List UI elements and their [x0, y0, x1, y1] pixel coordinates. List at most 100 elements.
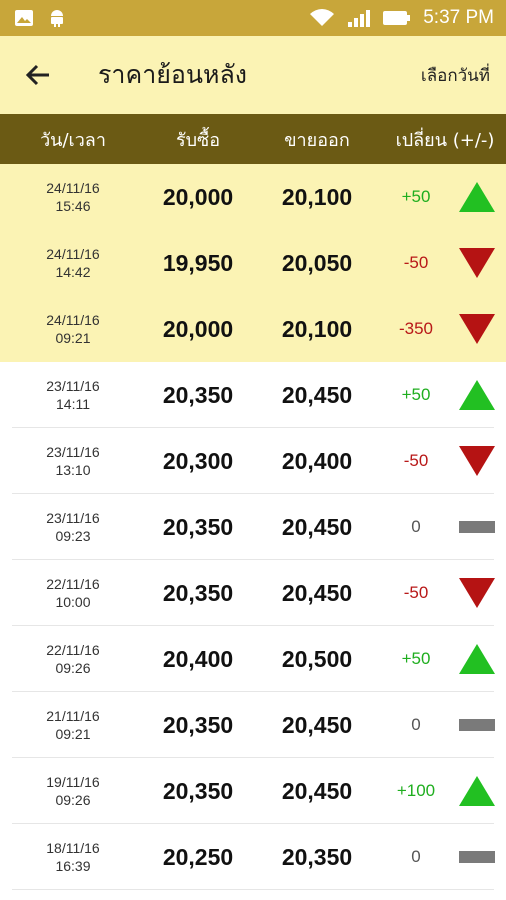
trend-down-icon: [459, 314, 495, 344]
change-value: 0: [411, 517, 421, 536]
trend-up-icon: [459, 380, 495, 410]
list-item[interactable]: 19/11/16 09:26 20,350 20,450 +100: [0, 758, 506, 824]
change-value: +50: [401, 187, 431, 206]
list-item[interactable]: 23/11/16 13:10 20,300 20,400 -50: [0, 428, 506, 494]
change-value: 0: [411, 847, 421, 866]
buy-price: 20,350: [162, 381, 234, 408]
buy-price: 20,350: [162, 513, 234, 540]
column-change: เปลี่ยน (+/-): [395, 129, 495, 151]
column-datetime: วัน/เวลา: [40, 129, 106, 151]
date-text: 18/11/16: [46, 840, 100, 856]
date-text: 24/11/16: [46, 246, 100, 262]
price-history-list: 24/11/16 15:46 20,000 20,100 +50 24/11/16…: [0, 164, 506, 890]
date-text: 19/11/16: [46, 774, 100, 790]
datetime-cell: 22/11/16 10:00: [0, 575, 146, 611]
change-value: +50: [401, 649, 431, 668]
sell-price: 20,400: [281, 447, 353, 474]
status-bar: 5:37 PM: [0, 0, 506, 36]
buy-price: 20,400: [162, 645, 234, 672]
list-item[interactable]: 24/11/16 09:21 20,000 20,100 -350: [0, 296, 506, 362]
buy-price: 20,350: [162, 579, 234, 606]
list-item[interactable]: 21/11/16 09:21 20,350 20,450 0: [0, 692, 506, 758]
sell-price: 20,450: [281, 579, 353, 606]
trend-flat-icon: [459, 851, 495, 863]
time-text: 09:21: [55, 726, 91, 742]
change-value: -50: [403, 583, 429, 602]
trend-up-icon: [459, 776, 495, 806]
buy-price: 20,350: [162, 711, 234, 738]
buy-price: 20,000: [162, 183, 234, 210]
change-value: -50: [403, 253, 429, 272]
datetime-cell: 23/11/16 13:10: [0, 443, 146, 479]
back-button[interactable]: [10, 36, 66, 114]
date-text: 21/11/16: [46, 708, 100, 724]
time-text: 09:26: [55, 660, 91, 676]
change-value: -350: [398, 319, 434, 338]
sell-price: 20,450: [281, 711, 353, 738]
time-text: 14:11: [56, 396, 90, 412]
time-text: 15:46: [55, 198, 91, 214]
change-value: -50: [403, 451, 429, 470]
buy-price: 20,000: [162, 315, 234, 342]
trend-up-icon: [459, 182, 495, 212]
change-value: +50: [401, 385, 431, 404]
datetime-cell: 24/11/16 14:42: [0, 245, 146, 281]
date-text: 23/11/16: [46, 510, 100, 526]
time-text: 10:00: [55, 594, 91, 610]
date-text: 22/11/16: [46, 642, 100, 658]
trend-up-icon: [459, 644, 495, 674]
date-text: 24/11/16: [46, 180, 100, 196]
datetime-cell: 18/11/16 16:39: [0, 839, 146, 875]
time-text: 13:10: [55, 462, 91, 478]
datetime-cell: 23/11/16 14:11: [0, 377, 146, 413]
signal-icon: [348, 10, 371, 27]
date-text: 22/11/16: [46, 576, 100, 592]
arrow-back-icon: [25, 64, 49, 86]
change-value: +100: [396, 781, 436, 800]
list-item[interactable]: 22/11/16 09:26 20,400 20,500 +50: [0, 626, 506, 692]
date-text: 23/11/16: [46, 378, 100, 394]
buy-price: 20,250: [162, 843, 234, 870]
wifi-icon: [310, 9, 335, 26]
sell-price: 20,100: [281, 315, 353, 342]
time-text: 16:39: [55, 858, 91, 874]
battery-icon: [383, 11, 411, 25]
change-value: 0: [411, 715, 421, 734]
select-date-button[interactable]: เลือกวันที่: [421, 62, 490, 89]
time-text: 09:26: [55, 792, 91, 808]
list-item[interactable]: 23/11/16 09:23 20,350 20,450 0: [0, 494, 506, 560]
list-item[interactable]: 24/11/16 15:46 20,000 20,100 +50: [0, 164, 506, 230]
sell-price: 20,350: [281, 843, 353, 870]
android-icon: [51, 10, 63, 27]
datetime-cell: 24/11/16 09:21: [0, 311, 146, 347]
column-buy: รับซื้อ: [175, 129, 221, 151]
list-item[interactable]: 23/11/16 14:11 20,350 20,450 +50: [0, 362, 506, 428]
trend-down-icon: [459, 578, 495, 608]
sell-price: 20,100: [281, 183, 353, 210]
sell-price: 20,500: [281, 645, 353, 672]
datetime-cell: 21/11/16 09:21: [0, 707, 146, 743]
buy-price: 20,300: [162, 447, 234, 474]
sell-price: 20,450: [281, 381, 353, 408]
date-text: 23/11/16: [46, 444, 100, 460]
column-sell: ขายออก: [284, 129, 350, 151]
time-text: 09:23: [55, 528, 91, 544]
sell-price: 20,450: [281, 777, 353, 804]
time-text: 14:42: [55, 264, 91, 280]
list-item[interactable]: 18/11/16 16:39 20,250 20,350 0: [0, 824, 506, 890]
list-item[interactable]: 24/11/16 14:42 19,950 20,050 -50: [0, 230, 506, 296]
time-text: 09:21: [55, 330, 91, 346]
datetime-cell: 22/11/16 09:26: [0, 641, 146, 677]
buy-price: 19,950: [162, 249, 234, 276]
trend-flat-icon: [459, 521, 495, 533]
list-item[interactable]: 22/11/16 10:00 20,350 20,450 -50: [0, 560, 506, 626]
sell-price: 20,450: [281, 513, 353, 540]
buy-price: 20,350: [162, 777, 234, 804]
datetime-cell: 23/11/16 09:23: [0, 509, 146, 545]
trend-down-icon: [459, 248, 495, 278]
datetime-cell: 24/11/16 15:46: [0, 179, 146, 215]
column-header: วัน/เวลา รับซื้อ ขายออก เปลี่ยน (+/-): [0, 114, 506, 164]
status-time: 5:37 PM: [423, 7, 494, 28]
page-title: ราคาย้อนหลัง: [98, 60, 247, 89]
datetime-cell: 19/11/16 09:26: [0, 773, 146, 809]
